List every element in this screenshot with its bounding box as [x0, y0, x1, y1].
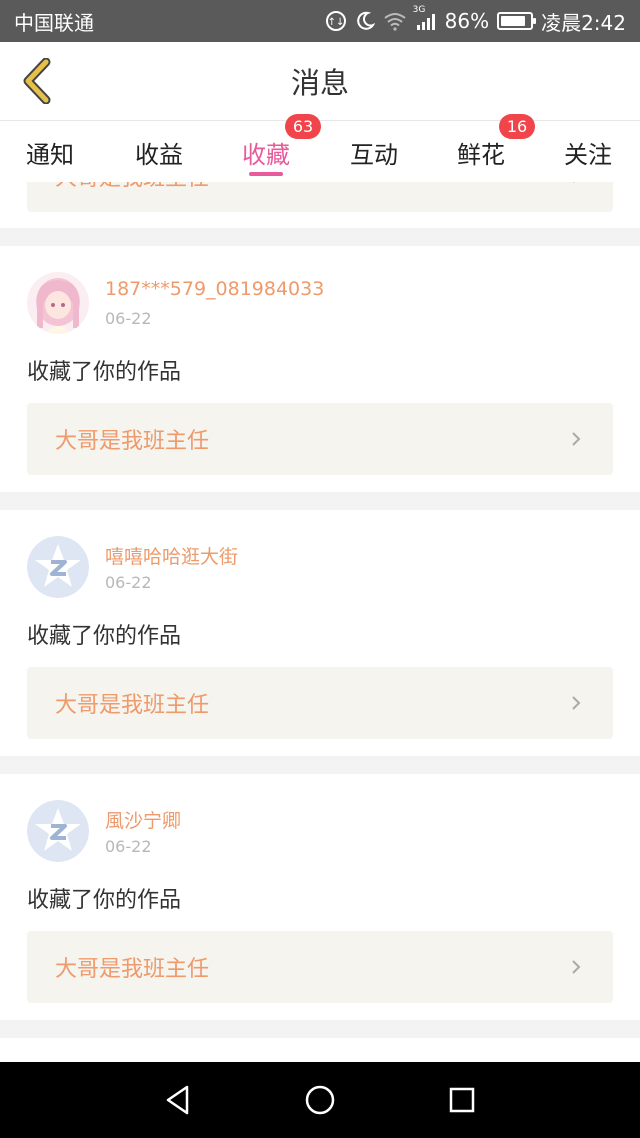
work-title: 大哥是我班主任	[55, 957, 210, 982]
page-title: 消息	[290, 66, 349, 100]
network-type: 3G	[412, 5, 426, 15]
clock: 凌晨2:42	[541, 10, 626, 35]
work-title: 大哥是我班主任	[55, 693, 210, 718]
carrier-label: 中国联通	[14, 10, 94, 35]
chevron-right-icon	[573, 182, 575, 183]
recents-square-icon	[449, 1087, 475, 1113]
chevron-right-icon	[572, 696, 581, 710]
moon-icon	[355, 11, 375, 31]
chevron-right-icon	[572, 432, 581, 446]
work-link[interactable]: 大哥是我班主任	[27, 931, 613, 1003]
message-text: 收藏了你的作品	[27, 888, 182, 913]
nav-recents-button[interactable]	[442, 1080, 482, 1120]
battery-fill	[501, 16, 526, 26]
flowers-badge: 16	[499, 114, 535, 139]
tab-label: 关注	[564, 140, 612, 169]
status-bar: 中国联通 ↑↓ 3G 86% 凌晨2:42	[0, 0, 640, 42]
chevron-left-icon	[23, 58, 51, 104]
message-date: 06-22	[105, 573, 152, 592]
message-feed[interactable]: 大哥是我班主任 187***579_081984033 06-22 收藏了你的作…	[0, 182, 640, 1062]
svg-text:↑↓: ↑↓	[327, 17, 344, 28]
message-card: 187***579_081984033 06-22 收藏了你的作品 大哥是我班主…	[0, 246, 640, 492]
nav-home-button[interactable]	[300, 1080, 340, 1120]
user-avatar[interactable]	[27, 536, 89, 598]
chevron-right-icon	[572, 960, 581, 974]
message-card	[0, 1038, 640, 1062]
message-text: 收藏了你的作品	[27, 624, 182, 649]
work-title: 大哥是我班主任	[55, 429, 210, 454]
work-link[interactable]: 大哥是我班主任	[27, 403, 613, 475]
message-text: 收藏了你的作品	[27, 360, 182, 385]
tab-interactions[interactable]: 互动	[319, 121, 429, 183]
user-avatar[interactable]	[27, 272, 89, 334]
work-title: 大哥是我班主任	[55, 182, 567, 192]
wifi-icon	[383, 11, 407, 31]
message-card: 嘻嘻哈哈逛大街 06-22 收藏了你的作品 大哥是我班主任	[0, 510, 640, 756]
message-card: 大哥是我班主任	[0, 182, 640, 228]
app-header: 消息	[0, 42, 640, 120]
tab-label: 通知	[26, 140, 74, 169]
nav-back-button[interactable]	[158, 1080, 198, 1120]
work-link[interactable]: 大哥是我班主任	[27, 667, 613, 739]
message-card: 風沙宁卿 06-22 收藏了你的作品 大哥是我班主任	[0, 774, 640, 1020]
username[interactable]: 風沙宁卿	[105, 806, 181, 833]
tab-bar: 通知 收益 收藏 63 互动 鲜花 16 关注	[0, 114, 640, 183]
message-date: 06-22	[105, 837, 152, 856]
battery-icon	[497, 12, 537, 30]
tab-notifications[interactable]: 通知	[0, 121, 105, 183]
tab-label: 收藏	[242, 140, 290, 169]
user-avatar[interactable]	[27, 800, 89, 862]
system-nav-bar	[0, 1062, 640, 1138]
username[interactable]: 嘻嘻哈哈逛大街	[105, 542, 238, 569]
battery-percent: 86%	[444, 9, 490, 33]
signal-icon: 3G	[413, 5, 437, 31]
tab-flowers[interactable]: 鲜花 16	[426, 114, 536, 183]
username[interactable]: 187***579_081984033	[105, 278, 324, 300]
back-button[interactable]	[14, 56, 60, 106]
tab-favorites[interactable]: 收藏 63	[211, 114, 321, 183]
tab-label: 收益	[135, 140, 183, 169]
favorites-badge: 63	[285, 114, 321, 139]
back-triangle-icon	[166, 1085, 189, 1115]
tab-earnings[interactable]: 收益	[104, 121, 214, 183]
tab-label: 互动	[350, 140, 398, 169]
active-tab-indicator	[249, 172, 283, 176]
tab-following[interactable]: 关注	[533, 121, 640, 183]
message-date: 06-22	[105, 309, 152, 328]
tab-label: 鲜花	[457, 140, 505, 169]
work-link[interactable]: 大哥是我班主任	[27, 182, 613, 212]
home-circle-icon	[305, 1085, 335, 1115]
data-saver-icon: ↑↓	[325, 10, 347, 32]
